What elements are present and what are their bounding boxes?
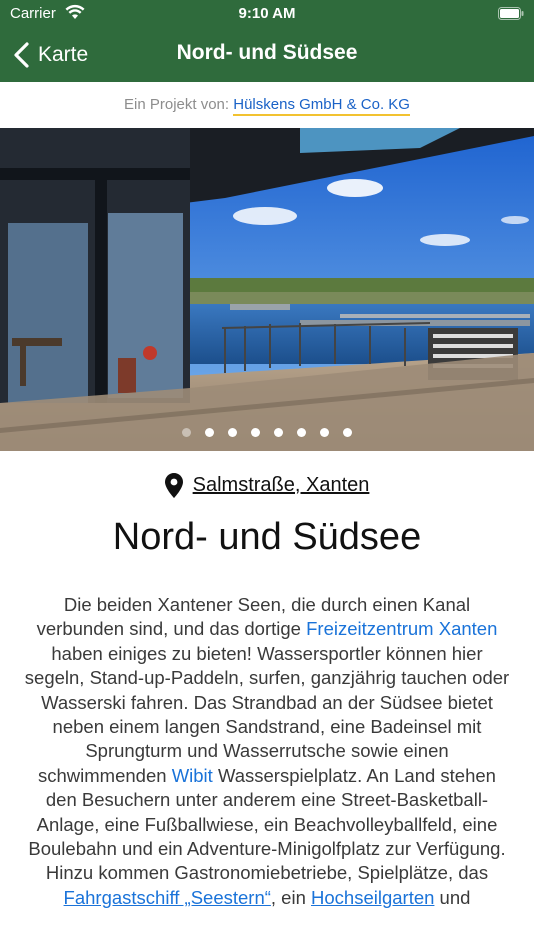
navigation-bar: Karte Nord- und Südsee [0,28,534,82]
company-link[interactable]: Hülskens GmbH & Co. KG [233,96,410,116]
page-dot[interactable] [251,428,260,437]
clock: 9:10 AM [238,5,296,22]
status-bar: Carrier 9:10 AM [0,0,534,28]
battery-icon [498,7,524,20]
page-dot[interactable] [343,428,352,437]
nav-title: Nord- und Südsee [176,41,358,64]
hochseilgarten-link[interactable]: Hochseilgarten [311,887,434,908]
project-credit: Ein Projekt von: Hülskens GmbH & Co. KG [0,82,534,129]
description-text: Die beiden Xantener Seen, die durch eine… [22,593,512,910]
description-part: und [434,886,471,908]
page-dot[interactable] [320,428,329,437]
location-row[interactable]: Salmstraße, Xanten [0,472,534,498]
map-pin-icon [164,472,183,498]
wibit-link[interactable]: Wibit [172,765,213,786]
page-dot[interactable] [205,428,214,437]
page-dot[interactable] [228,428,237,437]
page-title: Nord- und Südsee [112,516,422,558]
page-dot[interactable] [274,428,283,437]
fahrgastschiff-link[interactable]: Fahrgastschiff „Seestern“ [64,887,271,908]
page-dot[interactable] [297,428,306,437]
project-prefix: Ein Projekt von: [124,96,230,113]
page-dot[interactable] [182,428,191,437]
image-gallery[interactable] [0,128,534,451]
freizeitzentrum-link[interactable]: Freizeitzentrum Xanten [306,618,497,639]
address-link[interactable]: Salmstraße, Xanten [193,474,370,497]
page-indicator[interactable] [0,428,534,437]
lake-photo [0,128,534,451]
description-part: , ein [270,886,312,908]
